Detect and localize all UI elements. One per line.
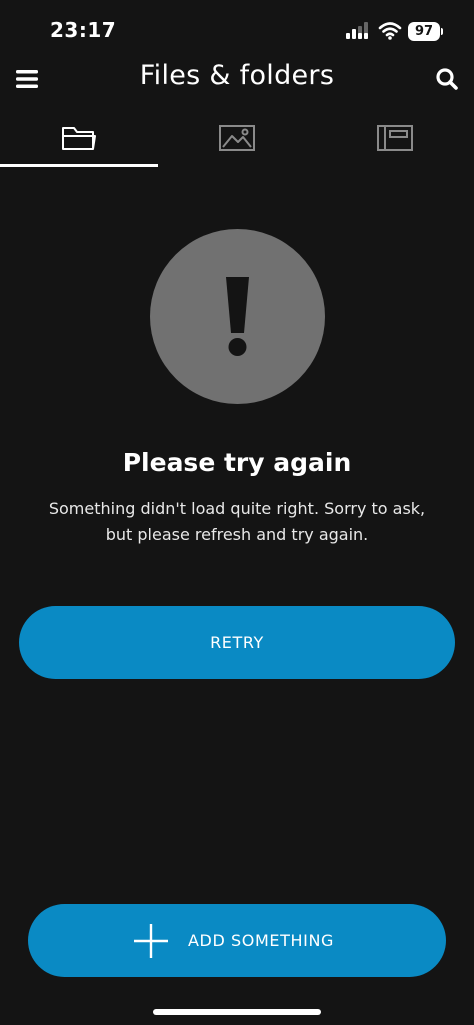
- status-time: 23:17: [50, 18, 117, 42]
- retry-button-label: RETRY: [210, 633, 264, 652]
- error-title: Please try again: [122, 448, 352, 477]
- exclamation-icon: [226, 277, 249, 356]
- error-circle: [150, 229, 325, 404]
- active-tab-indicator: [0, 164, 158, 167]
- home-indicator[interactable]: [153, 1009, 321, 1015]
- tab-files[interactable]: [0, 110, 158, 166]
- folder-icon: [62, 127, 96, 150]
- add-something-button[interactable]: ADD SOMETHING: [28, 904, 446, 977]
- search-icon[interactable]: [434, 66, 460, 92]
- error-message: Something didn't load quite right. Sorry…: [48, 499, 426, 544]
- album-icon: [377, 125, 413, 151]
- image-icon: [219, 125, 255, 151]
- signal-icon: [346, 22, 368, 39]
- tab-albums[interactable]: [316, 110, 474, 166]
- wifi-icon: [378, 22, 402, 40]
- battery-tip: [441, 28, 443, 35]
- page-title: Files & folders: [139, 60, 335, 91]
- retry-button[interactable]: RETRY: [19, 606, 455, 679]
- plus-icon: [133, 923, 168, 958]
- battery-indicator: 97: [408, 22, 440, 41]
- add-something-label: ADD SOMETHING: [187, 931, 335, 950]
- tab-photos[interactable]: [158, 110, 316, 166]
